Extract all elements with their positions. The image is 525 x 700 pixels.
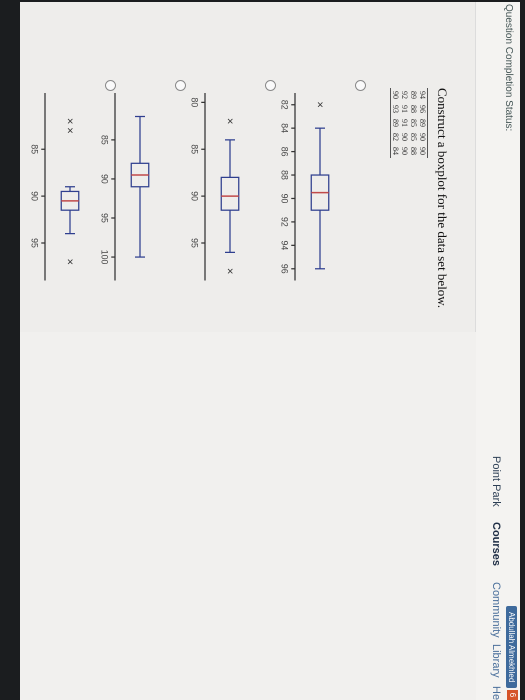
nav-community[interactable]: Community <box>490 582 502 638</box>
outlier-marker: × <box>63 118 75 125</box>
data-cell: 93 <box>390 102 400 116</box>
data-row: 90 93 89 82 84 <box>390 88 400 158</box>
data-row: 89 88 85 85 88 <box>409 88 418 158</box>
tick-label: 86 <box>279 147 289 157</box>
tick-label: 85 <box>189 144 199 154</box>
data-cell: 88 <box>409 147 418 155</box>
tick-label: 85 <box>29 144 39 154</box>
tick-label: 90 <box>279 194 289 204</box>
tick-label: 88 <box>279 170 289 180</box>
boxplot-chart-2: 80 85 90 95 × × <box>189 93 240 281</box>
data-cell: 85 <box>409 133 418 141</box>
answer-option-3-radio[interactable] <box>175 80 186 91</box>
user-name-tag[interactable]: Abdullah Almekhled <box>506 606 517 689</box>
question-completion-status[interactable]: Question Completion Status: <box>503 4 514 131</box>
nav-courses[interactable]: Courses <box>490 522 502 566</box>
data-cell: 90 <box>418 130 428 144</box>
outlier-marker: × <box>63 127 75 134</box>
data-cell: 89 <box>409 91 418 99</box>
data-row: 92 91 91 90 90 <box>400 88 409 158</box>
data-row: 94 96 89 90 90 <box>418 88 428 158</box>
tick-label: 92 <box>279 217 289 227</box>
brand-link[interactable]: Point Park <box>490 456 502 507</box>
tick-label: 95 <box>29 238 39 248</box>
outlier-marker: × <box>63 258 75 265</box>
data-cell: 92 <box>400 91 409 99</box>
data-set-table: 94 96 89 90 90 89 88 85 85 88 92 91 91 90 90 90 93 89 82 84 <box>390 88 428 158</box>
nav-help[interactable]: Help <box>490 686 502 700</box>
tick-label: 90 <box>29 191 39 201</box>
answer-option-4: 85 90 95 × × × <box>20 2 120 700</box>
tick-label: 90 <box>189 191 199 201</box>
data-cell: 89 <box>390 116 400 130</box>
tick-label: 96 <box>279 264 289 274</box>
page-content: Question Completion Status: Point Park C… <box>20 2 520 700</box>
tick-label: 84 <box>279 123 289 133</box>
outlier-marker: × <box>223 268 235 275</box>
data-cell: 91 <box>400 119 409 127</box>
notification-badge[interactable]: 6 <box>507 690 518 700</box>
question-instruction: Construct a boxplot for the data set bel… <box>435 88 450 309</box>
data-cell: 94 <box>418 88 428 102</box>
iqr-box <box>220 176 240 211</box>
boxplot-chart-1: 82 84 86 88 90 92 94 96 × <box>279 93 330 281</box>
data-cell: 90 <box>418 144 428 158</box>
tick-label: 95 <box>189 238 199 248</box>
outlier-marker: × <box>313 101 325 108</box>
data-cell: 82 <box>390 130 400 144</box>
tick-label: 82 <box>279 100 289 110</box>
top-navbar: Question Completion Status: Point Park C… <box>475 2 520 700</box>
data-cell: 90 <box>390 88 400 102</box>
nav-library[interactable]: Library <box>490 644 502 678</box>
data-cell: 89 <box>418 116 428 130</box>
tick-label: 80 <box>189 98 199 108</box>
photo-frame: Question Completion Status: Point Park C… <box>0 0 525 700</box>
data-cell: 85 <box>409 119 418 127</box>
outlier-marker: × <box>223 118 235 125</box>
data-cell: 96 <box>418 102 428 116</box>
data-cell: 84 <box>390 144 400 158</box>
answer-option-1-radio[interactable] <box>355 80 366 91</box>
tick-label: 94 <box>279 240 289 250</box>
data-cell: 90 <box>400 133 409 141</box>
data-cell: 91 <box>400 105 409 113</box>
answer-option-2-radio[interactable] <box>265 80 276 91</box>
boxplot-chart-4: 85 90 95 × × × <box>29 93 80 281</box>
data-cell: 88 <box>409 105 418 113</box>
data-cell: 90 <box>400 147 409 155</box>
answer-option-4-radio[interactable] <box>105 80 116 91</box>
